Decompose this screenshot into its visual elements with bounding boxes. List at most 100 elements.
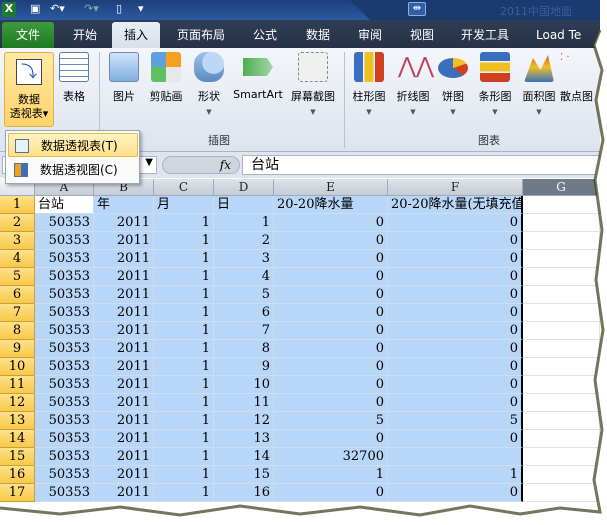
cell[interactable]: 50353 — [35, 304, 94, 322]
row-header[interactable]: 1 — [0, 196, 35, 214]
row-header[interactable]: 9 — [0, 340, 35, 358]
cell[interactable]: 0 — [388, 268, 523, 286]
cell[interactable]: 2011 — [94, 484, 154, 502]
cell[interactable]: 16 — [214, 484, 274, 502]
cell[interactable]: 2011 — [94, 304, 154, 322]
cell[interactable]: 20-20降水量(无填充值) — [388, 196, 530, 214]
cell[interactable]: 8 — [214, 340, 274, 358]
customize-icon[interactable]: ▾ — [138, 2, 144, 17]
cell[interactable]: 2011 — [94, 232, 154, 250]
save-icon[interactable]: ▣ — [30, 2, 40, 17]
cell[interactable]: 50353 — [35, 214, 94, 232]
cell[interactable]: 9 — [214, 358, 274, 376]
picture-button[interactable]: 图片 — [106, 52, 142, 104]
row-header[interactable]: 4 — [0, 250, 35, 268]
cell[interactable]: 0 — [274, 484, 388, 502]
smartart-button[interactable]: SmartArt — [230, 52, 286, 101]
cell[interactable]: 32700 — [274, 448, 388, 466]
cell[interactable]: 2011 — [94, 358, 154, 376]
cell[interactable] — [523, 250, 600, 268]
cell[interactable]: 14 — [214, 448, 274, 466]
column-header-g[interactable]: G — [523, 179, 600, 196]
row-header[interactable]: 12 — [0, 394, 35, 412]
cell[interactable] — [523, 412, 600, 430]
cell[interactable]: 1 — [154, 394, 214, 412]
cell[interactable]: 1 — [274, 466, 388, 484]
row-header[interactable]: 8 — [0, 322, 35, 340]
cell[interactable]: 1 — [154, 214, 214, 232]
excel-icon[interactable]: X — [2, 2, 16, 17]
cell[interactable] — [388, 448, 523, 466]
row-header[interactable]: 14 — [0, 430, 35, 448]
cell[interactable]: 2011 — [94, 448, 154, 466]
cell[interactable]: 50353 — [35, 340, 94, 358]
formula-input[interactable]: 台站 — [242, 155, 600, 175]
new-doc-icon[interactable]: ▯ — [116, 2, 122, 17]
area-chart-button[interactable]: 面积图 ▼ — [518, 52, 560, 116]
tab-view[interactable]: 视图 — [397, 22, 447, 48]
bar-chart-button[interactable]: 条形图 ▼ — [474, 52, 516, 116]
cell[interactable]: 5 — [214, 286, 274, 304]
shapes-button[interactable]: 形状 ▼ — [192, 52, 226, 116]
cell[interactable]: 1 — [154, 376, 214, 394]
insert-function-button[interactable]: fx — [162, 156, 240, 174]
cell[interactable]: 0 — [274, 358, 388, 376]
cell[interactable]: 5 — [388, 412, 523, 430]
cell[interactable]: 50353 — [35, 412, 94, 430]
cell[interactable]: 50353 — [35, 250, 94, 268]
cell[interactable]: 50353 — [35, 322, 94, 340]
cell[interactable]: 50353 — [35, 286, 94, 304]
tab-developer[interactable]: 开发工具 — [450, 22, 520, 48]
cell[interactable] — [523, 430, 600, 448]
cell[interactable]: 0 — [274, 232, 388, 250]
column-chart-button[interactable]: 柱形图 ▼ — [348, 52, 390, 116]
cell[interactable] — [523, 286, 600, 304]
cell[interactable]: 3 — [214, 250, 274, 268]
cell[interactable]: 0 — [388, 484, 523, 502]
row-header[interactable]: 17 — [0, 484, 35, 502]
cell[interactable] — [523, 394, 600, 412]
pie-chart-button[interactable]: 饼图 ▼ — [436, 52, 470, 116]
row-header[interactable]: 5 — [0, 268, 35, 286]
cell[interactable]: 50353 — [35, 268, 94, 286]
cell[interactable]: 1 — [154, 340, 214, 358]
cell[interactable]: 0 — [388, 214, 523, 232]
row-header[interactable]: 6 — [0, 286, 35, 304]
cell[interactable]: 50353 — [35, 484, 94, 502]
line-chart-button[interactable]: ⋀⋀ 折线图 ▼ — [392, 52, 435, 116]
clipart-button[interactable]: 剪贴画 — [146, 52, 186, 104]
cell[interactable]: 1 — [154, 466, 214, 484]
cell[interactable]: 2011 — [94, 250, 154, 268]
cell[interactable]: 2011 — [94, 376, 154, 394]
cell[interactable]: 0 — [274, 340, 388, 358]
cell[interactable]: 1 — [154, 322, 214, 340]
cell[interactable]: 1 — [154, 250, 214, 268]
cell[interactable]: 50353 — [35, 394, 94, 412]
menu-item-pivot-table[interactable]: 数据透视表(T) — [8, 133, 138, 157]
cell[interactable]: 0 — [274, 430, 388, 448]
scatter-chart-button[interactable]: ⁚ · 散点图 — [560, 52, 600, 104]
cell[interactable]: 0 — [388, 394, 523, 412]
cell[interactable] — [523, 214, 600, 232]
tab-page-layout[interactable]: 页面布局 — [166, 22, 236, 48]
cell[interactable]: 年 — [94, 196, 154, 214]
cell[interactable]: 2011 — [94, 322, 154, 340]
cell[interactable]: 1 — [154, 286, 214, 304]
spreadsheet-grid[interactable]: A B C D E F G 1 台站年月日 20-20降水量 20-20降水量(无填充值) 2 5035… — [0, 179, 600, 512]
cell[interactable]: 0 — [388, 286, 523, 304]
row-header[interactable]: 7 — [0, 304, 35, 322]
cell[interactable]: 11 — [214, 394, 274, 412]
column-header-e[interactable]: E — [274, 179, 388, 196]
cell[interactable]: 1 — [388, 466, 523, 484]
row-header[interactable]: 11 — [0, 376, 35, 394]
cell[interactable]: 日 — [214, 196, 274, 214]
cell[interactable]: 0 — [274, 304, 388, 322]
cell[interactable]: 6 — [214, 304, 274, 322]
tab-insert[interactable]: 插入 — [112, 22, 160, 48]
cell[interactable]: 0 — [388, 376, 523, 394]
row-header[interactable]: 16 — [0, 466, 35, 484]
column-header-f[interactable]: F — [388, 179, 523, 196]
cell[interactable]: 0 — [388, 340, 523, 358]
cell[interactable]: 0 — [388, 304, 523, 322]
cell[interactable]: 5 — [274, 412, 388, 430]
